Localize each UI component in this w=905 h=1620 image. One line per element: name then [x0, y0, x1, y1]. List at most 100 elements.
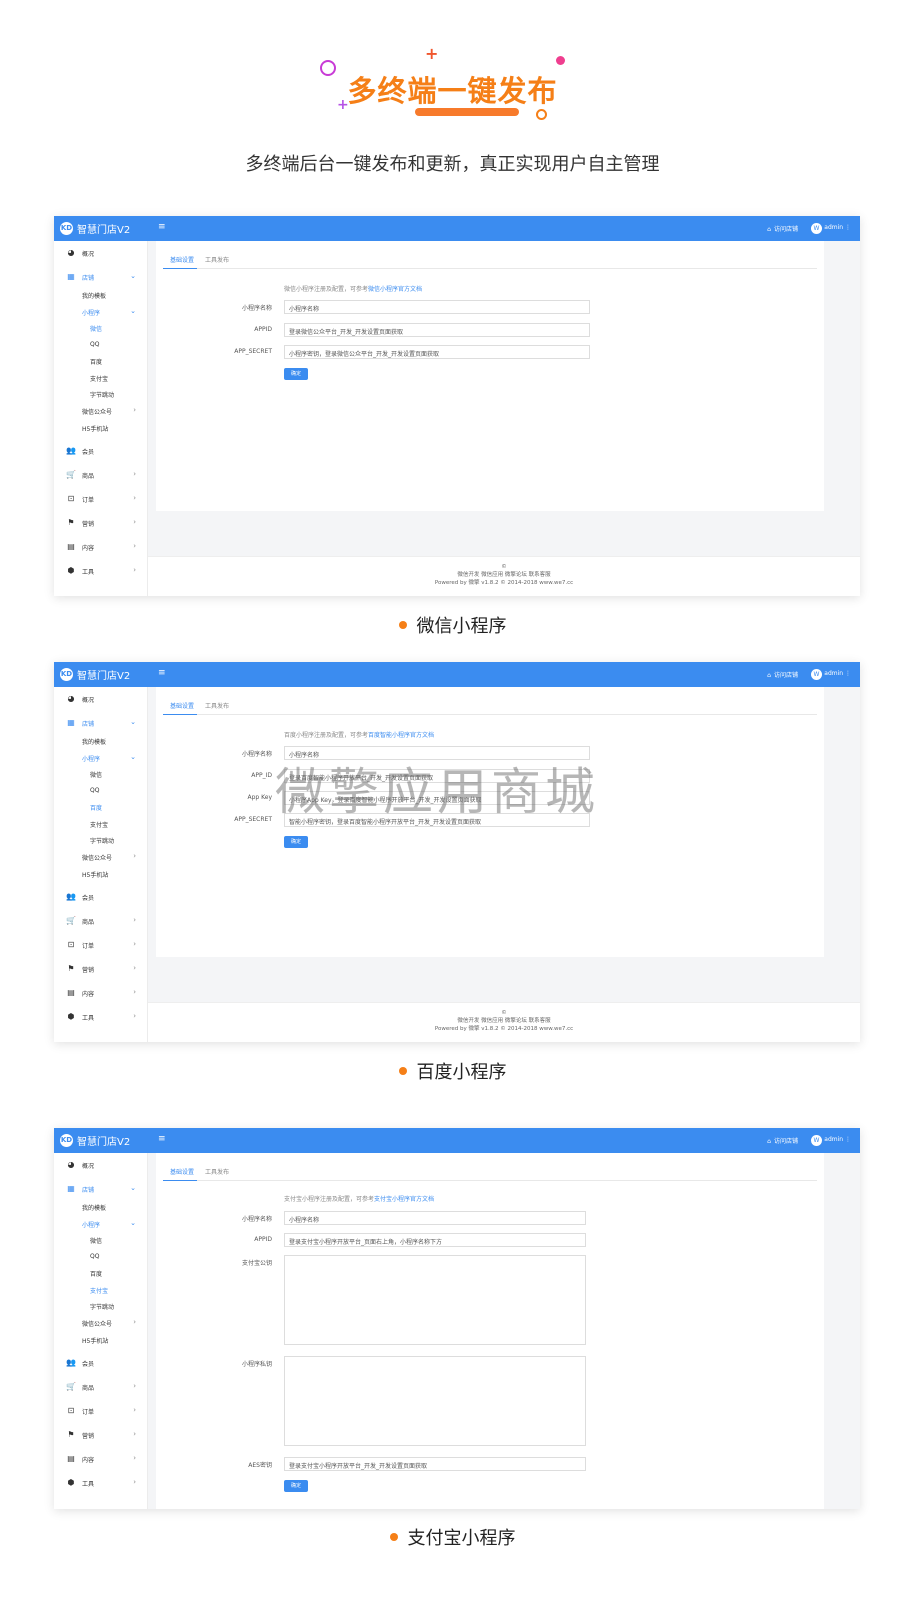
sidebar-item-official-account[interactable]: 微信公众号 ›: [54, 1315, 148, 1331]
brand-name[interactable]: 智慧门店V2: [77, 667, 130, 682]
tab-basic-settings[interactable]: 基础设置: [170, 1167, 194, 1176]
sidebar-item-members[interactable]: 👥 会员: [54, 889, 148, 905]
footer-links[interactable]: 微信开发 微信应用 微擎论坛 联系客服: [148, 1017, 860, 1025]
sidebar-item-label: 概况: [82, 697, 95, 704]
sidebar-item-overview[interactable]: ◕ 概况: [54, 1157, 148, 1173]
sidebar-item-tools[interactable]: ⬢ 工具 ›: [54, 1009, 148, 1025]
appid-input[interactable]: 登录微信公众平台_开发_开发设置页面获取: [284, 323, 590, 337]
docs-link[interactable]: 支付宝小程序官方文档: [374, 1196, 434, 1203]
sidebar-item-goods[interactable]: 🛒 商品 ›: [54, 1379, 148, 1395]
sidebar-item-content[interactable]: ▤ 内容 ›: [54, 1451, 148, 1467]
sidebar-item-label: 商品: [82, 1385, 95, 1392]
sidebar-item-overview[interactable]: ◕ 概况: [54, 691, 148, 707]
avatar[interactable]: W: [811, 223, 822, 234]
sidebar-item-templates[interactable]: 我的模板: [54, 733, 148, 749]
sidebar-item-wechat[interactable]: 微信: [54, 320, 148, 336]
aes-key-input[interactable]: 登录支付宝小程序开放平台_开发_开发设置页面获取: [284, 1457, 586, 1471]
sidebar-item-templates[interactable]: 我的模板: [54, 287, 148, 303]
sidebar-item-marketing[interactable]: ⚑ 营销 ›: [54, 515, 148, 531]
sidebar-item-bytedance[interactable]: 字节跳动: [54, 832, 148, 848]
sidebar-item-bytedance[interactable]: 字节跳动: [54, 386, 148, 402]
sidebar-item-store[interactable]: ▦ 店铺 ⌄: [54, 715, 148, 731]
sidebar-item-baidu[interactable]: 百度: [54, 353, 148, 369]
tab-tool-publish[interactable]: 工具发布: [205, 1167, 229, 1176]
sidebar-item-label: 字节跳动: [90, 1304, 115, 1311]
sidebar-item-h5[interactable]: H5手机站: [54, 1332, 148, 1348]
appid-input[interactable]: 登录支付宝小程序开放平台_页面右上角，小程序名称下方: [284, 1233, 586, 1247]
sidebar-item-alipay[interactable]: 支付宝: [54, 370, 148, 386]
brand-name[interactable]: 智慧门店V2: [77, 221, 130, 236]
brand-name[interactable]: 智慧门店V2: [77, 1133, 130, 1148]
sidebar-item-marketing[interactable]: ⚑ 营销 ›: [54, 961, 148, 977]
user-menu[interactable]: admin ⋮: [824, 224, 851, 231]
sidebar-item-official-account[interactable]: 微信公众号 ›: [54, 849, 148, 865]
name-input[interactable]: 小程序名称: [284, 1211, 586, 1225]
tab-basic-settings[interactable]: 基础设置: [170, 701, 194, 710]
users-icon: 👥: [66, 1358, 76, 1367]
sidebar-item-tools[interactable]: ⬢ 工具 ›: [54, 563, 148, 579]
sidebar-item-h5[interactable]: H5手机站: [54, 420, 148, 436]
top-bar: KD 智慧门店V2 ≡ ⌂ 访问店铺 W admin ⋮: [54, 216, 860, 241]
user-name: admin: [824, 670, 844, 677]
sidebar-item-alipay[interactable]: 支付宝: [54, 816, 148, 832]
sidebar-item-store[interactable]: ▦ 店铺 ⌄: [54, 269, 148, 285]
submit-button[interactable]: 确定: [284, 368, 308, 380]
sidebar-item-official-account[interactable]: 微信公众号 ›: [54, 403, 148, 419]
chevron-right-icon: ›: [133, 1382, 136, 1390]
sidebar-item-miniprogram[interactable]: 小程序 ⌄: [54, 304, 148, 320]
sidebar-item-wechat[interactable]: 微信: [54, 766, 148, 782]
form-row-aes: AES密钥 登录支付宝小程序开放平台_开发_开发设置页面获取: [156, 1457, 824, 1471]
sidebar-item-orders[interactable]: ⊡ 订单 ›: [54, 491, 148, 507]
sidebar-item-qq[interactable]: QQ: [54, 783, 148, 799]
sidebar-item-content[interactable]: ▤ 内容 ›: [54, 539, 148, 555]
sidebar-item-tools[interactable]: ⬢ 工具 ›: [54, 1475, 148, 1491]
sidebar-item-members[interactable]: 👥 会员: [54, 1355, 148, 1371]
tab-basic-settings[interactable]: 基础设置: [170, 255, 194, 264]
sidebar-item-goods[interactable]: 🛒 商品 ›: [54, 913, 148, 929]
store-link[interactable]: ⌂ 访问店铺: [767, 224, 798, 233]
tab-tool-publish[interactable]: 工具发布: [205, 701, 229, 710]
sidebar-item-miniprogram[interactable]: 小程序 ⌄: [54, 750, 148, 766]
sidebar-item-qq[interactable]: QQ: [54, 337, 148, 353]
sidebar-item-alipay[interactable]: 支付宝: [54, 1282, 148, 1298]
sidebar-item-baidu[interactable]: 百度: [54, 799, 148, 815]
sidebar-item-wechat[interactable]: 微信: [54, 1232, 148, 1248]
sidebar-item-store[interactable]: ▦ 店铺 ⌄: [54, 1181, 148, 1197]
user-menu[interactable]: admin ⋮: [824, 1136, 851, 1143]
submit-button[interactable]: 确定: [284, 836, 308, 848]
store-link[interactable]: ⌂ 访问店铺: [767, 670, 798, 679]
store-link[interactable]: ⌂ 访问店铺: [767, 1136, 798, 1145]
sidebar-item-content[interactable]: ▤ 内容 ›: [54, 985, 148, 1001]
sidebar-item-members[interactable]: 👥 会员: [54, 443, 148, 459]
sidebar-item-marketing[interactable]: ⚑ 营销 ›: [54, 1427, 148, 1443]
sidebar-item-orders[interactable]: ⊡ 订单 ›: [54, 1403, 148, 1419]
avatar[interactable]: W: [811, 1135, 822, 1146]
secret-input[interactable]: 小程序密钥，登录微信公众平台_开发_开发设置页面获取: [284, 345, 590, 359]
menu-toggle-icon[interactable]: ≡: [158, 1134, 166, 1144]
tab-tool-publish[interactable]: 工具发布: [205, 255, 229, 264]
sidebar-item-qq[interactable]: QQ: [54, 1249, 148, 1265]
sidebar-item-miniprogram[interactable]: 小程序 ⌄: [54, 1216, 148, 1232]
private-key-textarea[interactable]: [284, 1356, 586, 1446]
public-key-textarea[interactable]: [284, 1255, 586, 1345]
kebab-icon: ⋮: [845, 224, 851, 231]
footer-links[interactable]: 微信开发 微信应用 微擎论坛 联系客服: [148, 571, 860, 579]
sidebar-item-label: QQ: [90, 341, 100, 348]
menu-toggle-icon[interactable]: ≡: [158, 668, 166, 678]
sidebar-item-templates[interactable]: 我的模板: [54, 1199, 148, 1215]
menu-toggle-icon[interactable]: ≡: [158, 222, 166, 232]
sidebar-item-label: 工具: [82, 1481, 95, 1488]
sidebar-item-baidu[interactable]: 百度: [54, 1265, 148, 1281]
sidebar-item-goods[interactable]: 🛒 商品 ›: [54, 467, 148, 483]
sidebar-item-orders[interactable]: ⊡ 订单 ›: [54, 937, 148, 953]
sidebar-item-overview[interactable]: ◕ 概况: [54, 245, 148, 261]
name-input[interactable]: 小程序名称: [284, 300, 590, 314]
sidebar-item-h5[interactable]: H5手机站: [54, 866, 148, 882]
docs-link[interactable]: 百度智能小程序官方文档: [368, 732, 434, 739]
avatar[interactable]: W: [811, 669, 822, 680]
form-row-public-key: 支付宝公钥: [156, 1255, 824, 1345]
user-menu[interactable]: admin ⋮: [824, 670, 851, 677]
sidebar-item-bytedance[interactable]: 字节跳动: [54, 1298, 148, 1314]
docs-link[interactable]: 微信小程序官方文档: [368, 286, 422, 293]
submit-button[interactable]: 确定: [284, 1480, 308, 1492]
